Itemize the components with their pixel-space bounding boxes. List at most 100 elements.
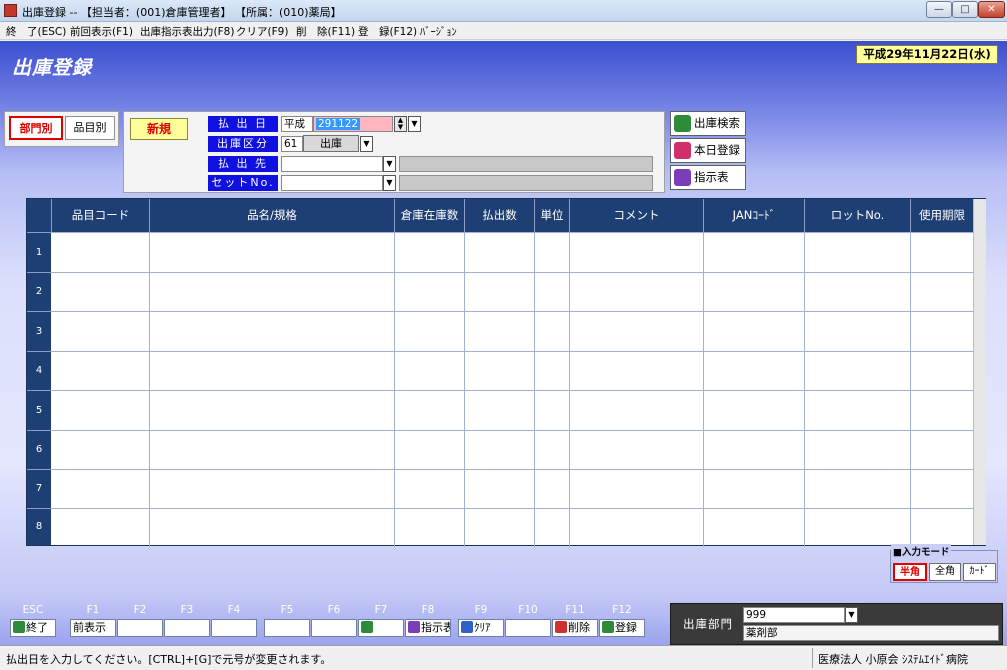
table-row[interactable]: [51, 232, 973, 272]
f4-button[interactable]: [211, 619, 257, 637]
f7-search-button[interactable]: [358, 619, 404, 637]
col-expiry[interactable]: 使用期限: [910, 199, 973, 232]
menu-version[interactable]: ﾊﾞｰｼﾞｮﾝ: [420, 24, 457, 39]
clear-icon: [461, 621, 473, 633]
status-message: 払出日を入力してください。[CTRL]+[G]で元号が変更されます。: [6, 653, 332, 666]
menu-exit[interactable]: 終 了(ESC): [6, 24, 66, 39]
date-dropdown-button[interactable]: ▼: [408, 116, 421, 132]
mode-halfwidth-button[interactable]: 半角: [893, 563, 927, 581]
set-no-dropdown[interactable]: ▼: [383, 175, 396, 191]
set-no-name: [399, 175, 653, 191]
fkey-label-f3: F3: [180, 604, 194, 616]
date-spinner[interactable]: ▲ ▼: [394, 116, 407, 132]
previous-display-button[interactable]: 前表示: [70, 619, 116, 637]
menu-previous-display[interactable]: 前回表示(F1): [70, 24, 133, 39]
table-row[interactable]: [51, 430, 973, 469]
app-window: 出庫登録 -- 【担当者：(001)倉庫管理者】 【所属：(010)薬局】 — …: [0, 0, 1007, 670]
mode-fullwidth-button[interactable]: 全角: [929, 563, 961, 581]
fkey-label-f2: F2: [133, 604, 147, 616]
screen-title: 出庫登録: [12, 57, 93, 79]
row-number: 2: [27, 272, 51, 311]
department-box: 出庫部門 999 ▼ 薬剤部: [670, 603, 1003, 645]
col-item-code[interactable]: 品目コード: [51, 199, 149, 232]
table-row[interactable]: [51, 508, 973, 545]
department-code-input[interactable]: 999: [743, 607, 845, 623]
save-icon: [602, 621, 614, 633]
status-bar: 払出日を入力してください。[CTRL]+[G]で元号が変更されます。 医療法人 …: [0, 645, 1007, 670]
shipment-type-button[interactable]: 出庫: [303, 135, 359, 152]
payout-dest-label: 払 出 先: [208, 156, 278, 172]
payout-dest-input[interactable]: [281, 156, 383, 172]
menu-bar: 終 了(ESC) 前回表示(F1) 出庫指示表出力(F8) クリア(F9) 削 …: [0, 22, 1007, 40]
mode-badge: 新規: [130, 118, 188, 140]
table-row[interactable]: [51, 469, 973, 508]
department-label: 出庫部門: [683, 617, 733, 631]
table-row[interactable]: [51, 351, 973, 390]
shipment-type-code[interactable]: 61: [281, 136, 303, 152]
f6-button[interactable]: [311, 619, 357, 637]
era-field[interactable]: 平成: [281, 116, 313, 132]
col-item-name[interactable]: 品名/規格: [149, 199, 394, 232]
payout-date-label: 払 出 日: [208, 116, 278, 132]
grid-scrollbar[interactable]: [973, 199, 986, 545]
clear-button[interactable]: ｸﾘｱ: [458, 619, 504, 637]
menu-print-instruction[interactable]: 出庫指示表出力(F8): [140, 24, 234, 39]
fkey-label-f9: F9: [474, 604, 488, 616]
set-no-input[interactable]: [281, 175, 383, 191]
instruction-sheet-icon: [408, 621, 420, 633]
row-number: 8: [27, 508, 51, 545]
payout-date-input[interactable]: 291122: [313, 116, 393, 132]
shipment-type-dropdown[interactable]: ▼: [360, 136, 373, 152]
menu-clear[interactable]: クリア(F9): [236, 24, 288, 39]
instruction-button[interactable]: 指示表: [405, 619, 451, 637]
exit-icon: [13, 621, 25, 633]
exit-button[interactable]: 終了: [10, 619, 56, 637]
menu-delete[interactable]: 削 除(F11): [296, 24, 355, 39]
menu-register[interactable]: 登 録(F12): [358, 24, 417, 39]
mode-card-button[interactable]: ｶｰﾄﾞ: [963, 563, 996, 581]
magnifier-icon: [674, 115, 691, 132]
window-title: 出庫登録 -- 【担当者：(001)倉庫管理者】 【所属：(010)薬局】: [22, 6, 342, 19]
close-button[interactable]: ✕: [978, 1, 1005, 18]
delete-button[interactable]: 削除: [552, 619, 598, 637]
table-row[interactable]: [51, 390, 973, 430]
table-row[interactable]: [51, 311, 973, 351]
department-name: 薬剤部: [743, 625, 999, 641]
status-separator: [812, 648, 813, 668]
row-number: 4: [27, 351, 51, 390]
col-comment[interactable]: コメント: [569, 199, 703, 232]
instruction-sheet-button[interactable]: 指示表: [670, 165, 746, 190]
f2-button[interactable]: [117, 619, 163, 637]
fkey-label-f4: F4: [227, 604, 241, 616]
register-button[interactable]: 登録: [599, 619, 645, 637]
department-dropdown[interactable]: ▼: [845, 607, 858, 623]
f10-button[interactable]: [505, 619, 551, 637]
f5-button[interactable]: [264, 619, 310, 637]
fkey-label-f12: F12: [612, 604, 632, 616]
tab-by-item[interactable]: 品目別: [65, 116, 115, 140]
item-grid: 品目コード 品名/規格 倉庫在庫数 払出数 単位 コメント JANｺｰﾄﾞ ロッ…: [26, 198, 986, 547]
fkey-label-f1: F1: [86, 604, 100, 616]
shipment-search-button[interactable]: 出庫検索: [670, 111, 746, 136]
payout-dest-dropdown[interactable]: ▼: [383, 156, 396, 172]
f3-button[interactable]: [164, 619, 210, 637]
search-icon: [361, 621, 373, 633]
col-payout-qty[interactable]: 払出数: [464, 199, 534, 232]
today-registered-button[interactable]: 本日登録: [670, 138, 746, 163]
col-warehouse-stock[interactable]: 倉庫在庫数: [394, 199, 464, 232]
col-lot-no[interactable]: ロットNo.: [804, 199, 910, 232]
tab-by-department[interactable]: 部門別: [9, 116, 63, 140]
input-mode-group: ■入力モード 半角 全角 ｶｰﾄﾞ: [890, 544, 998, 583]
minimize-button[interactable]: —: [926, 1, 952, 18]
table-row[interactable]: [51, 272, 973, 311]
instruction-sheet-label: 指示表: [694, 170, 729, 184]
today-registered-label: 本日登録: [694, 143, 740, 157]
col-jan-code[interactable]: JANｺｰﾄﾞ: [703, 199, 804, 232]
app-icon: [4, 4, 17, 17]
payout-dest-name: [399, 156, 653, 172]
organization-name: 医療法人 小原会 ｼｽﾃﾑｴｲﾄﾞ病院: [818, 653, 968, 666]
maximize-button[interactable]: □: [952, 1, 978, 18]
input-mode-label: ■入力モード: [891, 544, 952, 558]
col-unit[interactable]: 単位: [534, 199, 569, 232]
grid-header: 品目コード 品名/規格 倉庫在庫数 払出数 単位 コメント JANｺｰﾄﾞ ロッ…: [27, 199, 973, 232]
